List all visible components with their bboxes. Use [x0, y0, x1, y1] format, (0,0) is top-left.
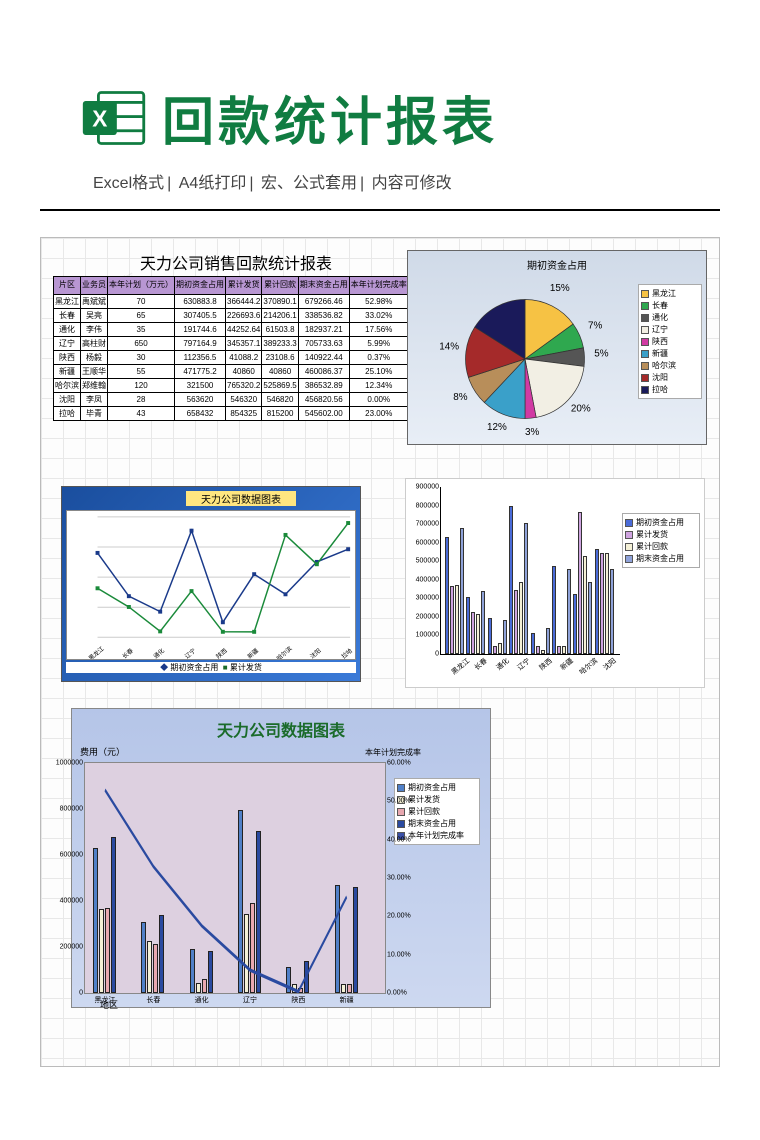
bar-plot: 0100000200000300000400000500000600000700…	[440, 487, 620, 655]
table-row: 黑龙江禹斌斌70630883.8366444.2370890.1679266.4…	[54, 294, 409, 308]
divider	[40, 209, 720, 211]
col-header: 业务员	[81, 277, 108, 295]
svg-text:沈阳: 沈阳	[308, 647, 322, 659]
legend-item: 哈尔滨	[641, 360, 699, 371]
svg-text:通化: 通化	[152, 647, 166, 659]
col-header: 片区	[54, 277, 81, 295]
svg-text:7%: 7%	[588, 321, 603, 332]
legend-item: 陕西	[641, 336, 699, 347]
bar-legend: 期初资金占用累计发货累计回款期末资金占用	[622, 513, 700, 568]
legend-item: 期初资金占用	[625, 517, 697, 528]
sub-print: A4纸打印	[179, 175, 247, 192]
line-legend: ◆ 期初资金占用 ■ 累计发货	[66, 662, 356, 673]
legend-item: 拉哈	[641, 384, 699, 395]
svg-text:辽宁: 辽宁	[183, 647, 197, 659]
line-chart: 天力公司数据图表 黑龙江 长春 通化 辽宁 陕西 新疆 哈尔滨 沈阳 拉哈 ◆ 期初资金占用 ■…	[61, 486, 361, 682]
legend-item: 期初资金占用	[170, 663, 218, 672]
combo-chart: 天力公司数据图表 费用（元） 0200000400000600000800000…	[71, 708, 491, 1008]
svg-text:哈尔滨: 哈尔滨	[275, 645, 294, 659]
sub-header: Excel格式| A4纸打印| 宏、公式套用| 内容可修改	[0, 165, 760, 209]
table-row: 陕西杨毅30112356.541088.223108.6140922.440.3…	[54, 350, 409, 364]
svg-text:8%: 8%	[453, 392, 468, 403]
svg-text:5%: 5%	[594, 349, 609, 360]
svg-text:20%: 20%	[571, 403, 591, 414]
legend-item: 黑龙江	[641, 288, 699, 299]
report-title: 天力公司销售回款统计报表	[101, 250, 371, 274]
col-header: 期初资金占用	[175, 277, 226, 295]
table-row: 通化李伟35191744.644252.6461503.8182937.2117…	[54, 322, 409, 336]
chart-title: 天力公司数据图表	[186, 491, 296, 506]
col-header: 本年计划完成率	[349, 277, 408, 295]
y-axis-label: 费用（元）	[80, 745, 482, 758]
col-header: 累计发货	[226, 277, 262, 295]
table-row: 辽宁高柱财650797164.9345357.1389233.3705733.6…	[54, 336, 409, 350]
chart-title: 期初资金占用	[412, 255, 702, 274]
legend-item: 沈阳	[641, 372, 699, 383]
table-row: 拉哈毕青43658432854325815200545602.0023.00%	[54, 406, 409, 420]
chart-title: 天力公司数据图表	[80, 717, 482, 741]
pie-legend: 黑龙江长春通化辽宁陕西新疆哈尔滨沈阳拉哈	[638, 284, 702, 399]
legend-item: 累计回款	[397, 806, 477, 817]
page-title: 回款统计报表	[162, 80, 498, 155]
svg-text:黑龙江: 黑龙江	[87, 645, 106, 659]
svg-text:新疆: 新疆	[246, 647, 260, 659]
legend-item: 期初资金占用	[397, 782, 477, 793]
excel-icon: X	[80, 84, 148, 152]
header: X 回款统计报表	[0, 0, 760, 165]
data-table: 片区业务员本年计划（万元）期初资金占用累计发货累计回款期末资金占用本年计划完成率…	[53, 276, 409, 421]
svg-text:X: X	[92, 105, 107, 131]
table-row: 长春吴亮65307405.5226693.6214206.1338536.823…	[54, 308, 409, 322]
sub-edit: 内容可修改	[372, 175, 452, 192]
legend-item: 累计发货	[230, 663, 262, 672]
legend-item: 辽宁	[641, 324, 699, 335]
legend-item: 新疆	[641, 348, 699, 359]
svg-text:15%: 15%	[550, 283, 570, 294]
col-header: 累计回款	[262, 277, 298, 295]
legend-item: 通化	[641, 312, 699, 323]
pie-chart: 期初资金占用 15% 7% 5% 20% 3% 12% 8% 14% 黑龙江长春通化辽宁陕西新…	[407, 250, 707, 445]
pie-svg: 15% 7% 5% 20% 3% 12% 8% 14%	[412, 274, 638, 444]
legend-item: 期末资金占用	[397, 818, 477, 829]
svg-text:陕西: 陕西	[214, 647, 228, 659]
table-row: 沈阳李凤28563620546320546820456820.560.00%	[54, 392, 409, 406]
line-plot: 黑龙江 长春 通化 辽宁 陕西 新疆 哈尔滨 沈阳 拉哈	[66, 510, 356, 660]
legend-item: 累计回款	[625, 541, 697, 552]
col-header: 本年计划（万元）	[108, 277, 175, 295]
svg-text:3%: 3%	[525, 427, 540, 438]
legend-item: 累计发货	[625, 529, 697, 540]
svg-text:拉哈: 拉哈	[340, 647, 354, 659]
table-row: 哈尔滨郑维翰120321500765320.2525869.5386532.89…	[54, 378, 409, 392]
svg-text:12%: 12%	[487, 422, 507, 433]
combo-plot: 020000040000060000080000010000000.00%10.…	[84, 762, 386, 994]
legend-item: 长春	[641, 300, 699, 311]
table-row: 新疆王顺华55471775.24086040860460086.3725.10%	[54, 364, 409, 378]
svg-text:14%: 14%	[439, 341, 459, 352]
col-header: 期末资金占用	[298, 277, 349, 295]
combo-legend: 期初资金占用累计发货累计回款期末资金占用本年计划完成率	[394, 778, 480, 845]
spreadsheet-preview: 氢元素 氢元素 氢元素 氢元素 氢元素 天力公司销售回款统计报表 片区业务员本年…	[40, 237, 720, 1067]
legend-item: 期末资金占用	[625, 553, 697, 564]
sub-format: Excel格式	[93, 175, 164, 192]
bar-chart: 0100000200000300000400000500000600000700…	[405, 478, 705, 688]
svg-text:长春: 长春	[120, 647, 134, 659]
sub-macro: 宏、公式套用	[261, 175, 357, 192]
